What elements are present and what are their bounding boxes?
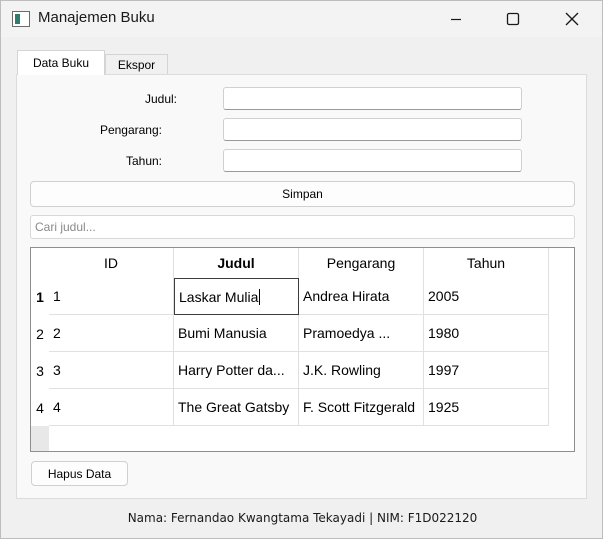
column-header-pengarang[interactable]: Pengarang <box>299 248 424 278</box>
table-cell-pengarang[interactable]: J.K. Rowling <box>299 352 424 389</box>
table-corner[interactable] <box>31 248 49 278</box>
table-cell-tahun[interactable]: 1997 <box>424 352 549 389</box>
table-cell-judul[interactable]: The Great Gatsby <box>174 389 299 426</box>
table-cell-pengarang[interactable]: Andrea Hirata <box>299 278 424 315</box>
table-cell-id[interactable]: 2 <box>49 315 174 352</box>
column-header-tahun[interactable]: Tahun <box>424 248 549 278</box>
table-cell-id[interactable]: 1 <box>49 278 174 315</box>
table-cell-id[interactable]: 3 <box>49 352 174 389</box>
save-button[interactable]: Simpan <box>30 181 575 207</box>
table-cell-pengarang[interactable]: Pramoedya ... <box>299 315 424 352</box>
tahun-input[interactable] <box>223 149 522 172</box>
delete-button[interactable]: Hapus Data <box>31 461 128 486</box>
data-buku-panel: Judul: Pengarang: Tahun: Simpan Cari jud… <box>16 74 587 499</box>
window-title: Manajemen Buku <box>38 9 155 26</box>
row-header-filler <box>31 426 49 451</box>
app-window-icon <box>12 11 30 27</box>
main-window: Manajemen Buku Data Buku Ekspor Judul: P… <box>0 0 603 539</box>
table-cell-judul[interactable]: Bumi Manusia <box>174 315 299 352</box>
maximize-button[interactable] <box>490 1 536 37</box>
book-table: ID Judul Pengarang Tahun 1 2 3 4 1 Laska… <box>30 247 575 452</box>
search-input[interactable]: Cari judul... <box>30 215 575 239</box>
text-caret <box>259 288 261 305</box>
footer-text: Nama: Fernandao Kwangtama Tekayadi | NIM… <box>127 511 478 525</box>
tab-data-buku[interactable]: Data Buku <box>17 50 105 75</box>
pengarang-input[interactable] <box>223 118 522 141</box>
maximize-icon <box>506 12 520 26</box>
close-icon <box>565 12 579 26</box>
table-cell-judul-editing[interactable]: Laskar Mulia <box>174 278 299 315</box>
tab-ekspor[interactable]: Ekspor <box>105 54 168 75</box>
table-cell-tahun[interactable]: 1980 <box>424 315 549 352</box>
table-cell-judul[interactable]: Harry Potter da... <box>174 352 299 389</box>
table-cell-pengarang[interactable]: F. Scott Fitzgerald <box>299 389 424 426</box>
column-header-judul[interactable]: Judul <box>174 248 299 278</box>
row-header[interactable]: 4 <box>31 389 49 426</box>
title-bar[interactable]: Manajemen Buku <box>1 1 602 37</box>
row-header[interactable]: 1 <box>31 278 49 315</box>
pengarang-label: Pengarang: <box>99 123 162 137</box>
minimize-button[interactable] <box>433 1 479 37</box>
column-header-id[interactable]: ID <box>49 248 174 278</box>
table-cell-tahun[interactable]: 2005 <box>424 278 549 315</box>
minimize-icon <box>451 18 461 21</box>
table-cell-tahun[interactable]: 1925 <box>424 389 549 426</box>
cell-text: Laskar Mulia <box>179 288 259 305</box>
judul-input[interactable] <box>223 87 522 110</box>
row-header[interactable]: 3 <box>31 352 49 389</box>
row-header[interactable]: 2 <box>31 315 49 352</box>
close-button[interactable] <box>549 1 595 37</box>
judul-label: Judul: <box>144 92 177 106</box>
tahun-label: Tahun: <box>125 154 162 168</box>
table-cell-id[interactable]: 4 <box>49 389 174 426</box>
